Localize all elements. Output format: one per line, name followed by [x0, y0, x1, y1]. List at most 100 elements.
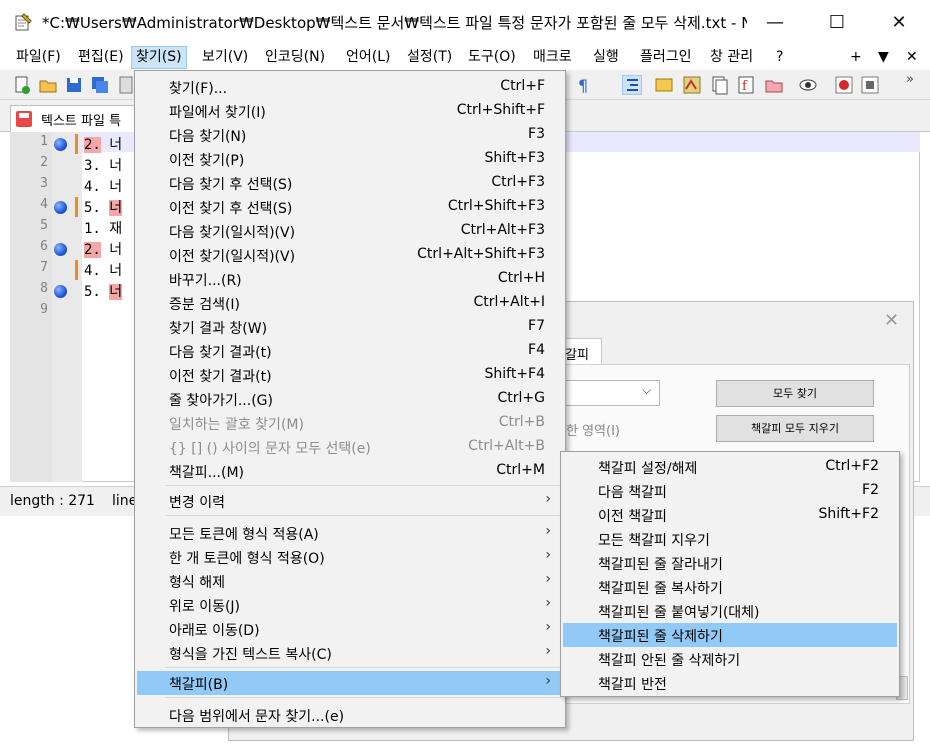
menu-item-find[interactable]: 찾기(F)... Ctrl+F [137, 75, 565, 99]
close-tab-button[interactable]: ✕ [902, 47, 922, 68]
menu-edit[interactable]: 편집(E) [74, 47, 128, 68]
tab-mark[interactable]: 갈피 [560, 338, 602, 364]
code-line: 4. 너 [84, 179, 123, 195]
bookmark-icon[interactable] [54, 138, 67, 151]
in-selection-label: 한 영역(I) [566, 424, 620, 439]
bookmark-icon[interactable] [54, 243, 67, 256]
menu-item-find-previous-volatile[interactable]: 이전 찾기(일시적)(V) Ctrl+Alt+Shift+F3 [137, 243, 565, 267]
menu-item-incremental-search[interactable]: 증분 검색(I) Ctrl+Alt+I [137, 291, 565, 315]
menu-item-style-one-token[interactable]: 한 개 토큰에 형식 적용(O) › [137, 545, 565, 569]
macro-stop-icon[interactable] [860, 75, 880, 95]
menu-item-paste-replace-bookmarked-lines[interactable]: 책갈피된 줄 붙여넣기(대체) [563, 599, 899, 623]
menu-item-toggle-bookmark[interactable]: 책갈피 설정/해제 Ctrl+F2 [563, 455, 899, 479]
tab-list-button[interactable]: ▼ [874, 47, 893, 68]
code-line: 4. 너 [84, 263, 123, 279]
open-file-icon[interactable] [38, 75, 58, 95]
code-line: 5. 너 [84, 284, 123, 300]
unsaved-file-icon [16, 111, 32, 127]
menu-plugins[interactable]: 플러그인 [636, 47, 696, 68]
toolbar-overflow-chevron-icon[interactable]: » [906, 72, 914, 87]
save-icon[interactable] [64, 75, 84, 95]
menu-item-previous-search-result[interactable]: 이전 찾기 결과(t) Shift+F4 [137, 363, 565, 387]
find-all-button[interactable]: 모두 찾기 [716, 380, 874, 407]
function-list-icon[interactable]: f [736, 75, 756, 95]
menu-item-clear-all-bookmarks[interactable]: 모든 책갈피 지우기 [563, 527, 899, 551]
menu-item-next-search-result[interactable]: 다음 찾기 결과(t) F4 [137, 339, 565, 363]
menu-separator [165, 667, 561, 668]
new-tab-button[interactable]: + [846, 47, 866, 68]
menu-item-remove-bookmarked-lines[interactable]: 책갈피된 줄 삭제하기 [563, 623, 897, 647]
menu-item-next-bookmark[interactable]: 다음 책갈피 F2 [563, 479, 899, 503]
save-all-icon[interactable] [90, 75, 110, 95]
menu-view[interactable]: 보기(V) [198, 47, 252, 68]
dialog-close-icon[interactable]: ✕ [884, 310, 899, 331]
menu-item-find-next-volatile[interactable]: 다음 찾기(일시적)(V) Ctrl+Alt+F3 [137, 219, 565, 243]
menu-tools[interactable]: 도구(O) [464, 47, 520, 68]
menu-item-previous-bookmark[interactable]: 이전 책갈피 Shift+F2 [563, 503, 899, 527]
menu-item-select-find-previous[interactable]: 이전 찾기 후 선택(S) Ctrl+Shift+F3 [137, 195, 565, 219]
menu-settings[interactable]: 설정(T) [403, 47, 456, 68]
chevron-right-icon: › [545, 523, 551, 539]
menu-bar: 파일(F) 편집(E) 찾기(S) 보기(V) 인코딩(N) 언어(L) 설정(… [0, 44, 930, 70]
bookmark-icon[interactable] [54, 201, 67, 214]
menu-window[interactable]: 창 관리 [706, 47, 757, 68]
menu-item-jump-up[interactable]: 위로 이동(J) › [137, 593, 565, 617]
menu-macro[interactable]: 매크로 [529, 47, 576, 68]
chevron-right-icon: › [545, 643, 551, 659]
menu-item-select-between-braces: {} [] () 사이의 문자 모두 선택(e) Ctrl+Alt+B [169, 438, 545, 457]
menu-item-mark[interactable]: 책갈피...(M) Ctrl+M [137, 459, 565, 483]
menu-item-style-all-occurrences[interactable]: 모든 토큰에 형식 적용(A) › [137, 521, 565, 545]
menu-search[interactable]: 찾기(S) [131, 46, 187, 69]
close-file-icon[interactable] [116, 75, 136, 95]
change-history-marker [75, 134, 78, 154]
menu-run[interactable]: 실행 [589, 47, 623, 68]
menu-file[interactable]: 파일(F) [12, 47, 65, 68]
chevron-right-icon: › [545, 491, 551, 507]
line-number: 1 [40, 134, 48, 149]
menu-item-change-history[interactable]: 변경 이력 › [137, 489, 565, 513]
menu-help[interactable]: ? [772, 47, 787, 68]
menu-item-select-find-next[interactable]: 다음 찾기 후 선택(S) Ctrl+F3 [137, 171, 565, 195]
menu-language[interactable]: 언어(L) [342, 47, 394, 68]
menu-item-cut-bookmarked-lines[interactable]: 책갈피된 줄 잘라내기 [563, 551, 899, 575]
menu-item-replace[interactable]: 바꾸기...(R) Ctrl+H [137, 267, 565, 291]
show-all-chars-icon[interactable]: ¶ [573, 75, 593, 95]
line-number: 4 [40, 197, 48, 212]
menu-item-find-chars-in-range[interactable]: 다음 범위에서 문자 찾기...(e) [137, 703, 565, 727]
line-number: 7 [40, 260, 48, 275]
clear-all-marks-button[interactable]: 책갈피 모두 지우기 [716, 415, 874, 442]
bookmark-icon[interactable] [54, 285, 67, 298]
menu-item-go-to[interactable]: 줄 찾아가기...(G) Ctrl+G [137, 387, 565, 411]
new-file-icon[interactable] [12, 75, 32, 95]
bookmark-margin[interactable] [52, 132, 82, 482]
menu-item-bookmark[interactable]: 책갈피(B) › [137, 671, 565, 695]
menu-item-clear-style[interactable]: 형식 해제 › [137, 569, 565, 593]
folder-workspace-icon[interactable] [764, 75, 784, 95]
line-number: 5 [40, 218, 48, 233]
chevron-right-icon: › [545, 673, 551, 689]
menu-item-find-next[interactable]: 다음 찾기(N) F3 [137, 123, 565, 147]
menu-item-copy-bookmarked-lines[interactable]: 책갈피된 줄 복사하기 [563, 575, 899, 599]
chevron-right-icon: › [545, 547, 551, 563]
user-lang-icon[interactable] [654, 75, 674, 95]
doc-list-icon[interactable] [710, 75, 730, 95]
macro-record-icon[interactable] [834, 75, 854, 95]
indent-guide-icon[interactable] [622, 75, 642, 95]
menu-item-remove-unbookmarked-lines[interactable]: 책갈피 안된 줄 삭제하기 [563, 647, 899, 671]
menu-item-copy-styled-text[interactable]: 형식을 가진 텍스트 복사(C) › [137, 641, 565, 665]
doc-map-icon[interactable] [682, 75, 702, 95]
minimize-button[interactable]: — [744, 0, 806, 44]
chevron-down-icon[interactable]: ⌵ [642, 383, 651, 398]
menu-item-jump-down[interactable]: 아래로 이동(D) › [137, 617, 565, 641]
bookmark-submenu: 책갈피 설정/해제 Ctrl+F2 다음 책갈피 F2 이전 책갈피 Shift+F2… [560, 451, 900, 697]
monitoring-eye-icon[interactable] [798, 75, 818, 95]
chevron-right-icon: › [545, 619, 551, 635]
maximize-button[interactable]: ☐ [806, 0, 868, 44]
menu-item-find-previous[interactable]: 이전 찾기(P) Shift+F3 [137, 147, 565, 171]
close-button[interactable]: ✕ [868, 0, 930, 44]
menu-encoding[interactable]: 인코딩(N) [261, 47, 329, 68]
notepad-app-icon [15, 13, 32, 31]
menu-item-search-results-window[interactable]: 찾기 결과 창(W) F7 [137, 315, 565, 339]
menu-item-inverse-bookmark[interactable]: 책갈피 반전 [563, 671, 899, 695]
menu-item-find-in-files[interactable]: 파일에서 찾기(I) Ctrl+Shift+F [137, 99, 565, 123]
